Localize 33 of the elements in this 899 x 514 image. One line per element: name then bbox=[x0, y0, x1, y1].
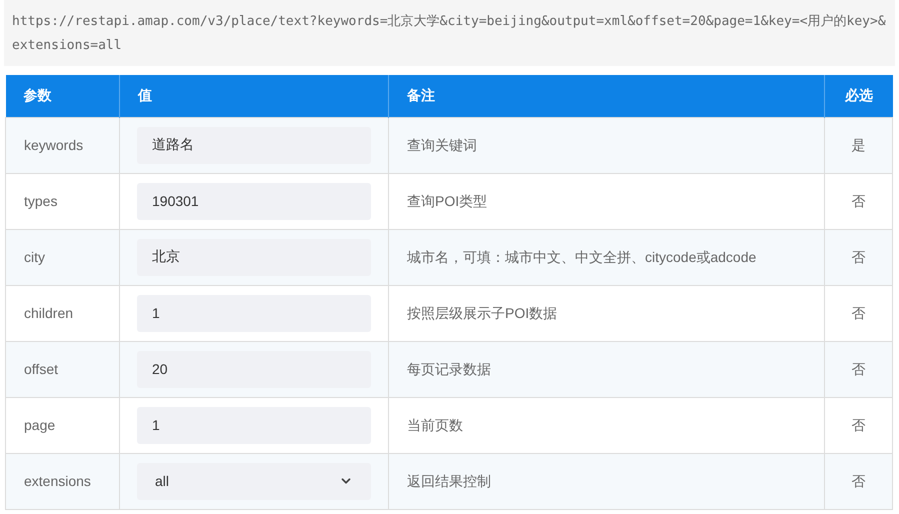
table-cell: page bbox=[6, 397, 120, 453]
input-field[interactable]: 1 bbox=[137, 294, 371, 332]
input-field[interactable]: 北京 bbox=[137, 238, 371, 276]
table-cell: 是 bbox=[824, 117, 892, 173]
table-cell: 城市名，可填：城市中文、中文全拼、citycode或adcode bbox=[388, 229, 824, 285]
table-cell: 按照层级展示子POI数据 bbox=[388, 285, 824, 341]
input-field[interactable]: 1 bbox=[137, 406, 371, 444]
table-cell: keywords bbox=[6, 117, 120, 173]
table-cell: 查询POI类型 bbox=[388, 173, 824, 229]
table-cell: 否 bbox=[824, 397, 892, 453]
url-code-block: https://restapi.amap.com/v3/place/text?keywords=北京大学&city=beijing&output=xml&offset=20&page=1&key=<用户的key>&extensions=all bbox=[4, 0, 895, 66]
input-field[interactable]: 190301 bbox=[137, 182, 371, 220]
table-cell: 查询关键词 bbox=[388, 117, 824, 173]
table-cell: 否 bbox=[824, 285, 892, 341]
table-cell: 返回结果控制 bbox=[388, 453, 824, 509]
table-cell: 每页记录数据 bbox=[388, 341, 824, 397]
table-cell: city bbox=[6, 229, 120, 285]
column-header: 备注 bbox=[388, 75, 824, 117]
select-field[interactable]: all bbox=[137, 462, 371, 500]
table-cell: 否 bbox=[824, 229, 892, 285]
table-cell: 否 bbox=[824, 341, 892, 397]
table-cell: 否 bbox=[824, 453, 892, 509]
table-cell: 否 bbox=[824, 173, 892, 229]
column-header: 值 bbox=[120, 75, 388, 117]
table-cell: types bbox=[6, 173, 120, 229]
table-cell: extensions bbox=[6, 453, 120, 509]
table-cell: offset bbox=[6, 341, 120, 397]
input-field[interactable]: 道路名 bbox=[137, 126, 371, 164]
column-header: 必选 bbox=[824, 75, 892, 117]
input-field[interactable]: 20 bbox=[137, 350, 371, 388]
table-cell: 当前页数 bbox=[388, 397, 824, 453]
table-cell: children bbox=[6, 285, 120, 341]
column-header: 参数 bbox=[6, 75, 120, 117]
